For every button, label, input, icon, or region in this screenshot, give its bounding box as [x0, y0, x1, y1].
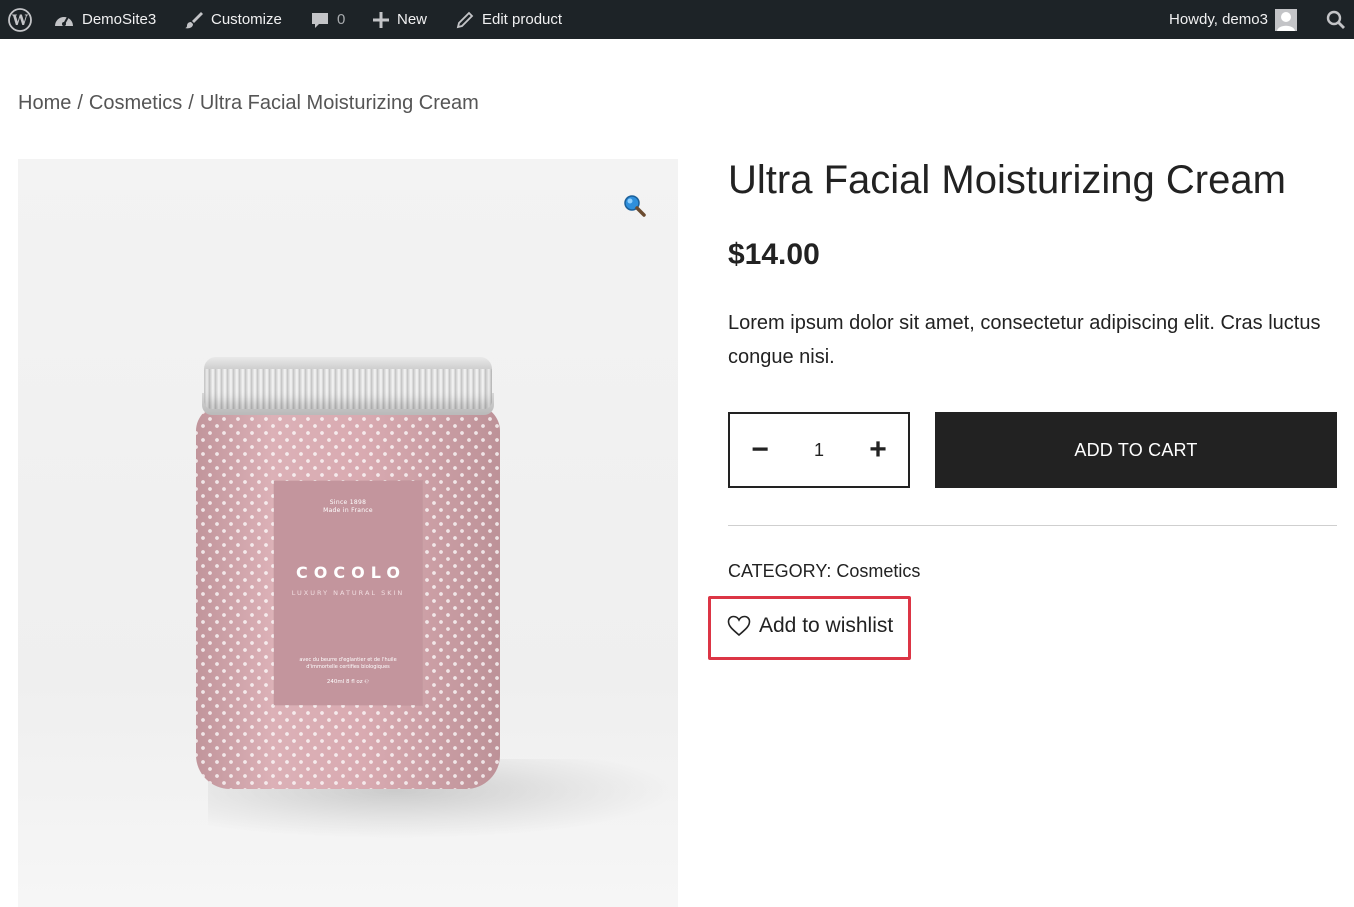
- search-icon[interactable]: [1326, 0, 1346, 39]
- my-account-menu[interactable]: Howdy, demo3: [1169, 0, 1297, 39]
- add-to-cart-button[interactable]: ADD TO CART: [935, 412, 1337, 488]
- breadcrumb-category[interactable]: Cosmetics: [89, 92, 182, 114]
- zoom-magnifier-icon[interactable]: [622, 193, 648, 219]
- pencil-icon: [456, 11, 474, 28]
- wishlist-label: Add to wishlist: [759, 614, 894, 637]
- product-price: $14.00: [728, 238, 820, 271]
- customize-menu[interactable]: Customize: [184, 0, 282, 39]
- comments-menu[interactable]: 0: [310, 0, 345, 39]
- breadcrumb-separator: /: [77, 92, 83, 114]
- comment-icon: [312, 12, 328, 28]
- brush-icon: [185, 11, 203, 28]
- breadcrumb: Home / Cosmetics / Ultra Facial Moisturizing…: [18, 92, 479, 115]
- product-short-description: Lorem ipsum dolor sit amet, consectetur …: [728, 312, 1321, 368]
- site-name-menu[interactable]: DemoSite3: [53, 0, 156, 39]
- edit-product-menu[interactable]: Edit product: [455, 0, 562, 39]
- label-since: Since 1898: [329, 499, 367, 506]
- product-meta: CATEGORY: Cosmetics: [728, 561, 920, 582]
- new-content-menu[interactable]: New: [372, 0, 427, 39]
- product-image[interactable]: Since 1898 Made in France COCOLO LUXURY N…: [18, 159, 678, 907]
- quantity-decrease-button[interactable]: −: [730, 414, 790, 486]
- label-brand: COCOLO: [296, 563, 406, 582]
- product-title: Ultra Facial Moisturizing Cream: [728, 158, 1286, 202]
- label-tagline: LUXURY NATURAL SKIN: [291, 589, 405, 597]
- jar-label: Since 1898 Made in France COCOLO LUXURY N…: [274, 481, 422, 705]
- customize-label: Customize: [211, 11, 282, 28]
- svg-text:W: W: [11, 13, 28, 29]
- label-size: 240ml 8 fl oz ℮: [326, 679, 370, 685]
- dashboard-icon: [55, 16, 73, 26]
- breadcrumb-home[interactable]: Home: [18, 92, 71, 114]
- greeting-label: Howdy, demo3: [1169, 11, 1268, 28]
- heart-icon: [727, 615, 751, 637]
- category-label: CATEGORY:: [728, 561, 832, 581]
- new-label: New: [397, 11, 428, 28]
- breadcrumb-separator: /: [188, 92, 194, 114]
- plus-icon: [373, 11, 389, 28]
- divider: [728, 525, 1337, 526]
- site-name-label: DemoSite3: [82, 11, 157, 28]
- quantity-input[interactable]: [790, 414, 848, 486]
- quantity-increase-button[interactable]: +: [848, 414, 908, 486]
- label-description: avec du beurre d'eglantier et de l'huile…: [299, 657, 397, 670]
- avatar: [1274, 8, 1297, 31]
- add-to-wishlist-button[interactable]: Add to wishlist: [727, 614, 893, 638]
- wordpress-logo-icon[interactable]: W: [8, 0, 32, 39]
- edit-product-label: Edit product: [482, 11, 563, 28]
- jar-lid-top: [204, 357, 492, 369]
- category-link[interactable]: Cosmetics: [836, 561, 920, 581]
- breadcrumb-current: Ultra Facial Moisturizing Cream: [199, 92, 479, 114]
- admin-bar: W DemoSite3 Customize 0 New Edit product…: [0, 0, 1354, 39]
- comments-count: 0: [337, 11, 346, 28]
- quantity-stepper: − +: [728, 412, 910, 488]
- label-made-in: Made in France: [323, 507, 373, 514]
